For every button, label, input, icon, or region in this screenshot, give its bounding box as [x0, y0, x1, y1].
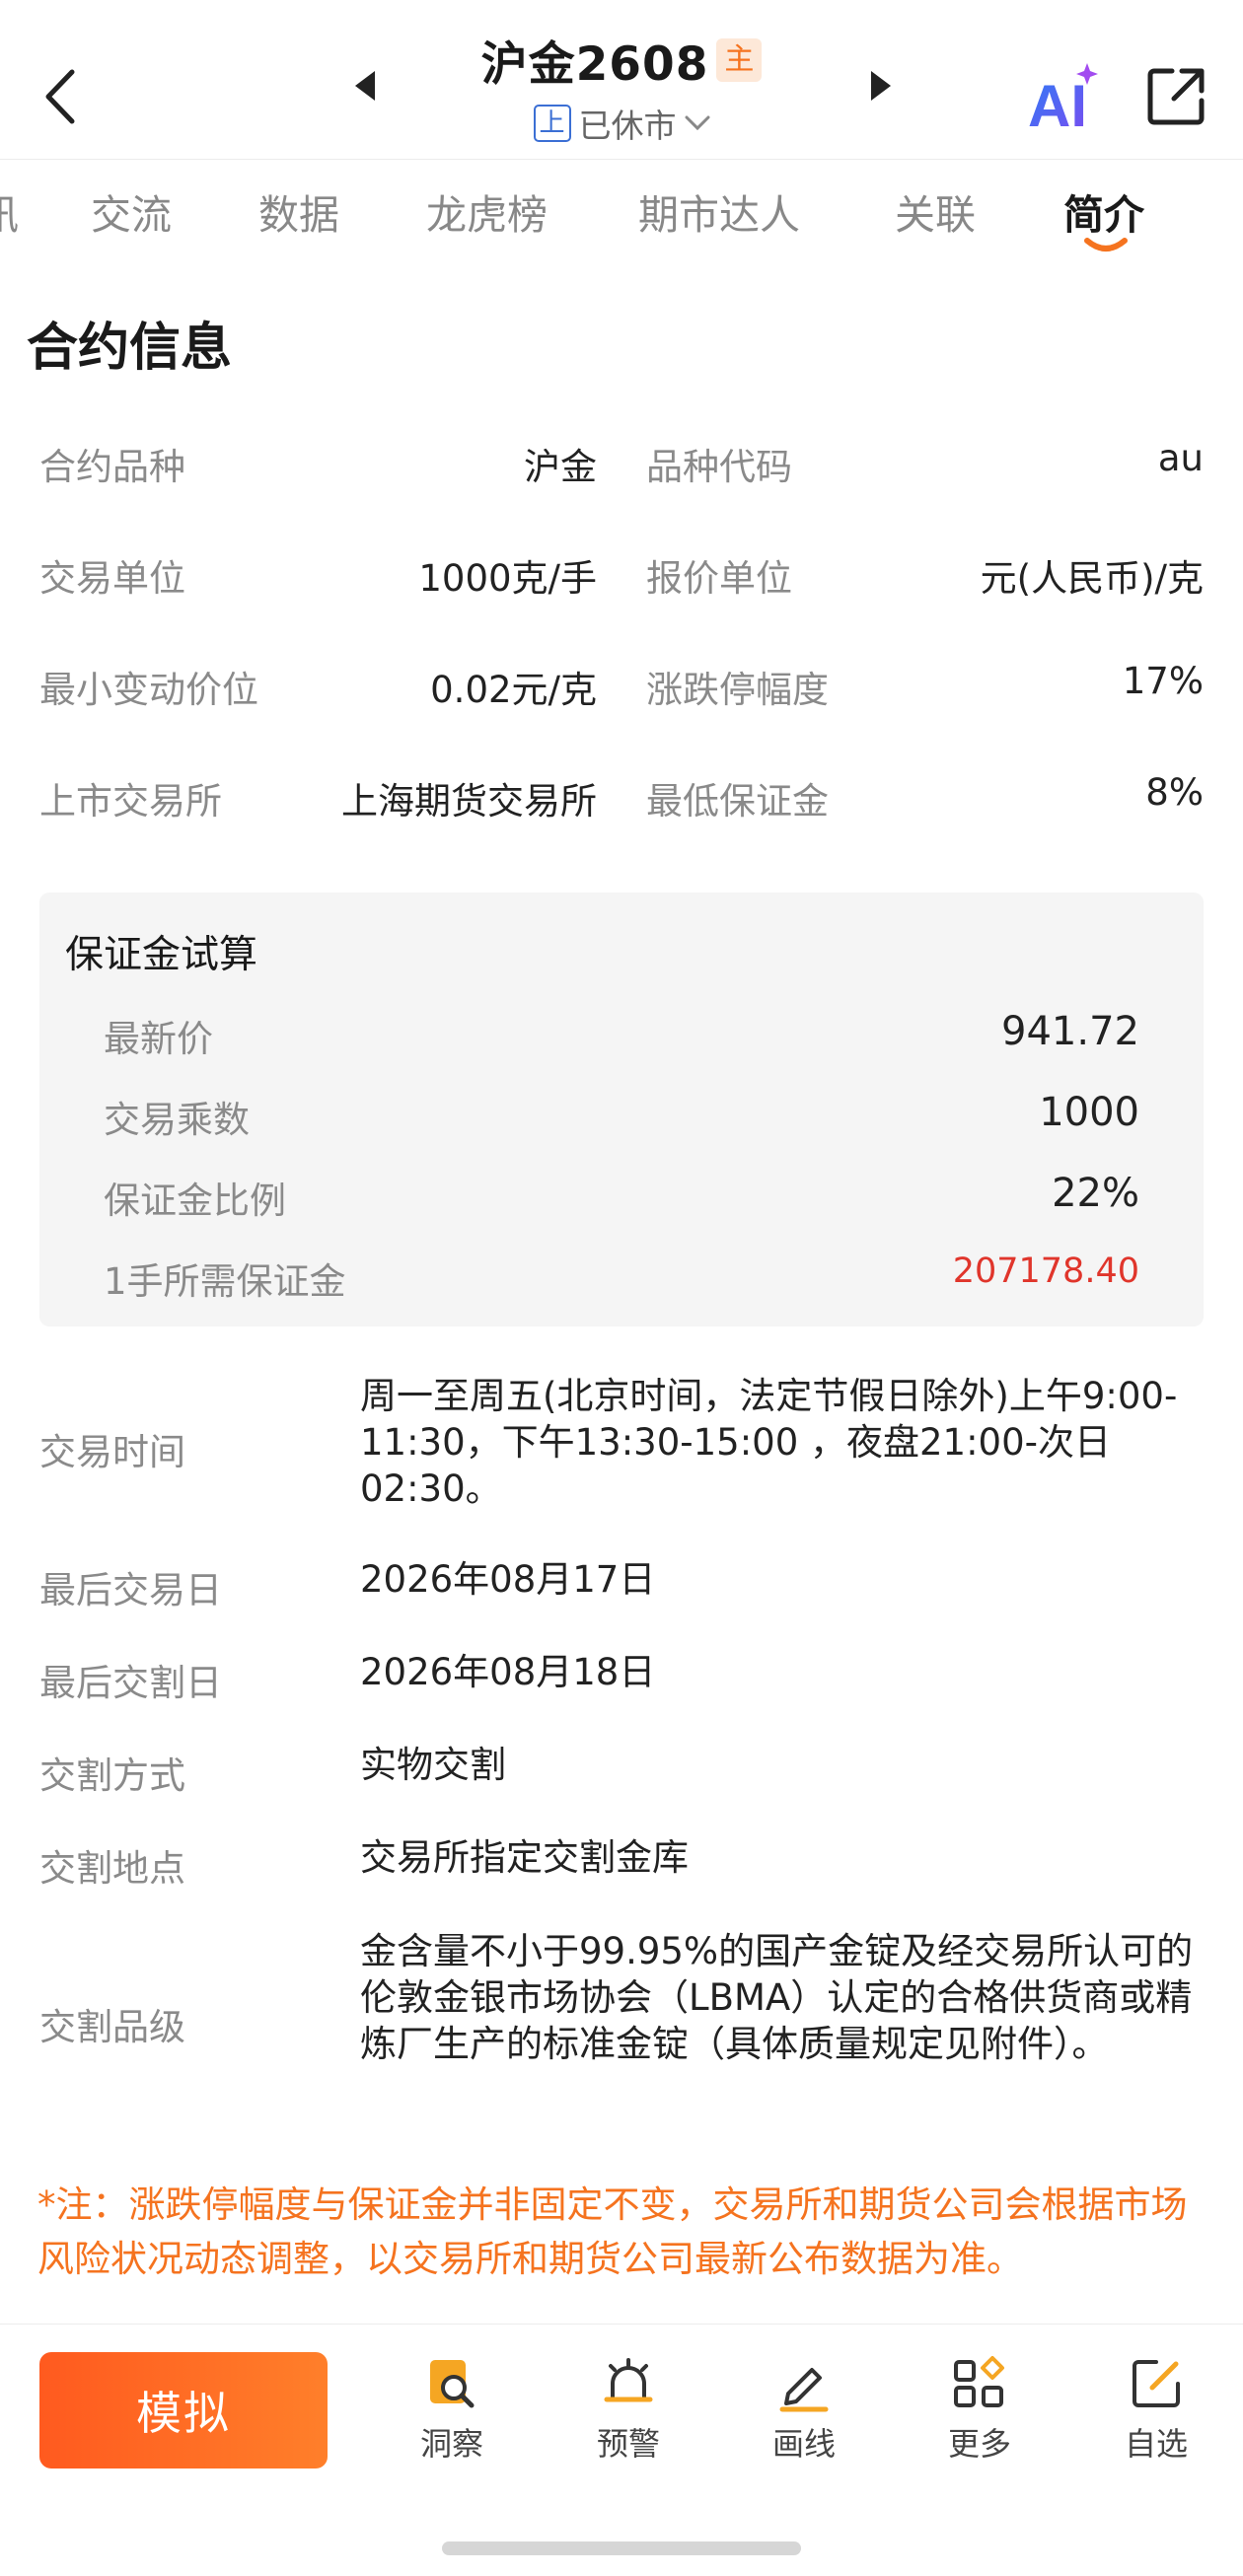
main-contract-badge: 主 — [716, 37, 763, 82]
tab-community[interactable]: 交流 — [91, 181, 172, 241]
info-value: 8% — [1145, 771, 1204, 814]
toolbar-watchlist[interactable]: 自选 — [1097, 2354, 1215, 2472]
info-value: 17% — [1122, 660, 1204, 702]
market-status-text: 已休市 — [578, 107, 677, 145]
detail-label: 交割方式 — [39, 1754, 185, 1797]
info-value: au — [1157, 437, 1204, 479]
toolbar-label: 画线 — [771, 2425, 836, 2463]
toolbar-insight[interactable]: 洞察 — [393, 2354, 511, 2472]
calc-row-margin-ratio: 保证金比例 22% — [104, 1171, 1139, 1230]
home-indicator[interactable] — [442, 2541, 801, 2555]
info-label: 交易单位 — [39, 557, 185, 600]
info-row: 最小变动价位 0.02元/克 涨跌停幅度 17% — [39, 660, 1204, 719]
info-value: 上海期货交易所 — [341, 780, 597, 823]
calc-label: 1手所需保证金 — [104, 1260, 346, 1303]
detail-value: 交易所指定交割金库 — [360, 1836, 689, 1879]
chevron-down-icon — [685, 115, 709, 131]
toolbar-draw[interactable]: 画线 — [745, 2354, 863, 2472]
info-row: 合约品种 沪金 品种代码 au — [39, 437, 1204, 496]
detail-label: 最后交割日 — [39, 1662, 222, 1704]
svg-text:AI: AI — [1028, 73, 1087, 136]
pen-icon — [779, 2368, 829, 2412]
ai-button[interactable]: AI — [1026, 57, 1105, 139]
toolbar-alert[interactable]: 预警 — [569, 2354, 688, 2472]
tab-data[interactable]: 数据 — [258, 181, 339, 241]
toolbar-label: 更多 — [947, 2425, 1011, 2463]
back-button[interactable] — [30, 57, 89, 136]
prev-contract-button[interactable] — [340, 61, 390, 110]
active-tab-indicator — [1084, 238, 1128, 251]
detail-value: 2026年08月18日 — [360, 1651, 656, 1693]
tab-related[interactable]: 关联 — [895, 181, 976, 241]
info-value: 沪金 — [524, 446, 597, 488]
info-value: 元(人民币)/克 — [980, 557, 1204, 600]
bottom-toolbar: 模拟 洞察 预警 画线 更多 自选 — [0, 2324, 1243, 2501]
simulate-button[interactable]: 模拟 — [39, 2352, 328, 2469]
tab-news[interactable]: 讯 — [0, 181, 19, 241]
top-header: 沪金2608 主 上 已休市 AI — [0, 0, 1243, 160]
detail-label: 交易时间 — [39, 1431, 185, 1473]
section-title: 合约信息 — [27, 319, 233, 378]
detail-label: 交割品级 — [39, 2006, 185, 2048]
edit-icon — [1133, 2360, 1180, 2407]
info-label: 合约品种 — [39, 446, 185, 488]
next-contract-button[interactable] — [856, 61, 906, 110]
alarm-icon — [604, 2358, 653, 2402]
info-label: 最低保证金 — [646, 780, 829, 823]
insight-icon — [430, 2360, 475, 2408]
calc-value: 941.72 — [1001, 1009, 1139, 1054]
disclaimer-note: *注：涨跌停幅度与保证金并非固定不变，交易所和期货公司会根据市场风险状况动态调整… — [37, 2183, 1188, 2280]
info-label: 上市交易所 — [39, 780, 222, 823]
info-value: 1000克/手 — [418, 557, 597, 600]
calc-value: 207178.40 — [952, 1252, 1139, 1291]
triangle-left-icon — [355, 71, 375, 101]
title-block: 沪金2608 主 上 已休市 — [395, 26, 848, 147]
detail-value: 金含量不小于99.95%的国产金锭及经交易所认可的伦敦金银市场协会（LBMA）认… — [360, 1930, 1194, 2065]
toolbar-label: 自选 — [1124, 2425, 1188, 2463]
toolbar-more[interactable]: 更多 — [920, 2354, 1039, 2472]
detail-value: 2026年08月17日 — [360, 1558, 656, 1601]
detail-value: 周一至周五(北京时间，法定节假日除外)上午9:00-11:30，下午13:30-… — [360, 1375, 1178, 1510]
toolbar-label: 洞察 — [419, 2425, 483, 2463]
ai-icon: AI — [1028, 63, 1098, 139]
calc-label: 交易乘数 — [104, 1099, 250, 1141]
info-row: 上市交易所 上海期货交易所 最低保证金 8% — [39, 771, 1204, 830]
exchange-badge: 上 — [533, 105, 571, 142]
market-status[interactable]: 上 已休市 — [395, 100, 848, 147]
detail-label: 最后交易日 — [39, 1569, 222, 1611]
detail-label: 交割地点 — [39, 1847, 185, 1890]
info-row: 交易单位 1000克/手 报价单位 元(人民币)/克 — [39, 548, 1204, 608]
info-label: 最小变动价位 — [39, 669, 258, 711]
share-button[interactable] — [1136, 57, 1215, 136]
calc-label: 保证金比例 — [104, 1180, 286, 1222]
margin-calculator: 保证金试算 最新价 941.72 交易乘数 1000 保证金比例 22% 1手所… — [39, 893, 1204, 1326]
margin-calc-title: 保证金试算 — [65, 933, 258, 977]
chevron-left-icon — [45, 69, 75, 124]
toolbar-label: 预警 — [596, 2425, 660, 2463]
info-label: 品种代码 — [646, 446, 792, 488]
calc-value: 22% — [1052, 1171, 1139, 1216]
tab-profile[interactable]: 简介 — [1063, 181, 1144, 241]
calc-row-margin-per-lot: 1手所需保证金 207178.40 — [104, 1252, 1139, 1311]
info-value: 0.02元/克 — [430, 669, 597, 711]
triangle-right-icon — [871, 71, 891, 101]
share-icon — [1147, 68, 1205, 125]
info-label: 报价单位 — [646, 557, 792, 600]
tab-bar: 讯 交流 数据 龙虎榜 期市达人 关联 简介 — [0, 168, 1243, 256]
grid-icon — [954, 2356, 1004, 2407]
calc-row-multiplier: 交易乘数 1000 — [104, 1090, 1139, 1149]
tab-experts[interactable]: 期市达人 — [638, 181, 800, 241]
calc-value: 1000 — [1039, 1090, 1139, 1135]
calc-label: 最新价 — [104, 1018, 213, 1060]
info-label: 涨跌停幅度 — [646, 669, 829, 711]
calc-row-latest-price: 最新价 941.72 — [104, 1009, 1139, 1068]
tab-leaderboard[interactable]: 龙虎榜 — [426, 181, 548, 241]
contract-title: 沪金2608 — [480, 37, 709, 92]
detail-value: 实物交割 — [360, 1744, 506, 1786]
